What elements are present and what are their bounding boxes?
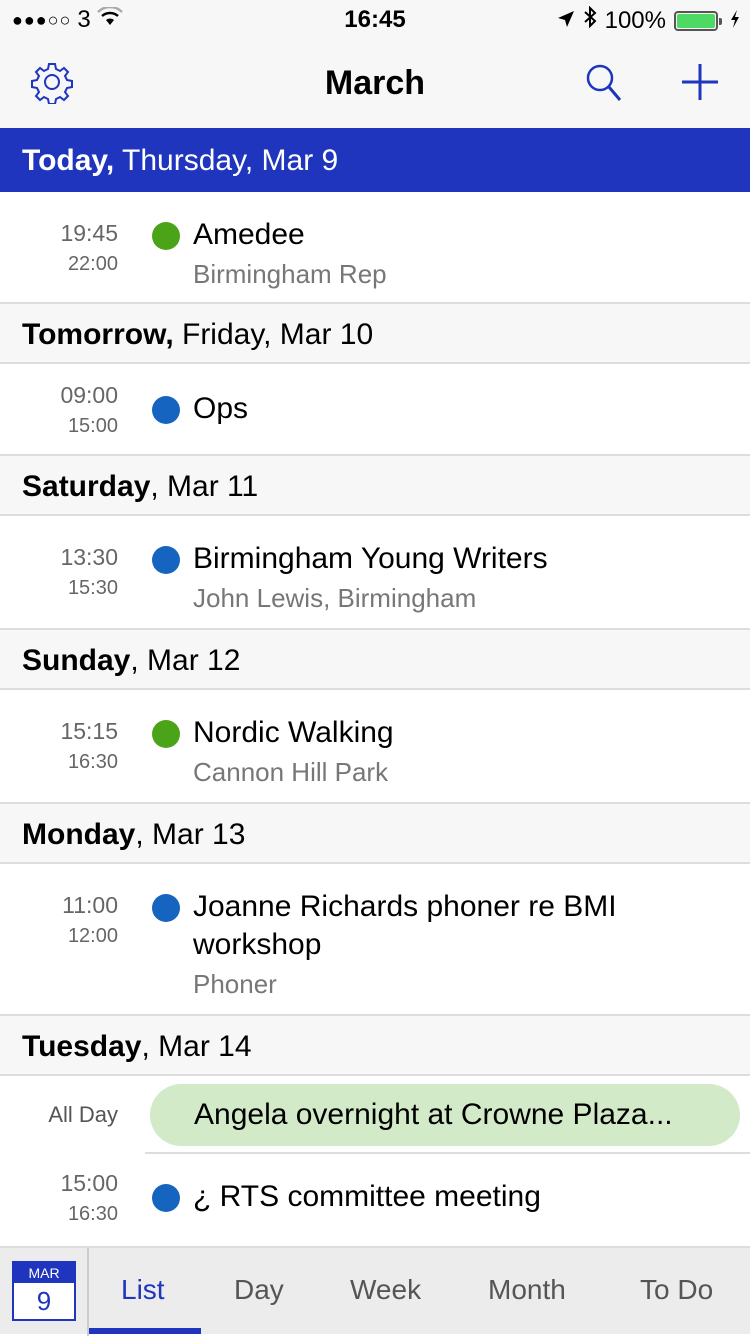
event-times: 19:45 22:00	[60, 220, 118, 276]
event-times: 09:00 15:00	[60, 382, 118, 438]
event-start-time: 09:00	[60, 382, 118, 408]
day-header: Tuesday, Mar 14	[0, 1014, 750, 1076]
event-location: John Lewis, Birmingham	[193, 583, 477, 613]
day-header-bold: Tuesday	[22, 1030, 142, 1063]
event-start-time: 15:15	[60, 718, 118, 744]
calendar-color-dot	[152, 894, 180, 922]
event-row[interactable]: 15:00 16:30 ¿ RTS committee meeting	[0, 1154, 750, 1246]
tab-day[interactable]: Day	[234, 1274, 284, 1306]
day-header-date: , Mar 12	[130, 644, 241, 677]
all-day-label: All Day	[48, 1102, 118, 1127]
day-header-date: Friday, Mar 10	[173, 318, 374, 351]
tab-week[interactable]: Week	[350, 1274, 421, 1306]
today-calendar-button[interactable]: MAR 9	[12, 1261, 76, 1321]
battery-icon	[674, 10, 722, 31]
event-title: ¿ RTS committee meeting	[193, 1180, 541, 1213]
day-header-bold: Saturday	[22, 470, 151, 503]
event-row[interactable]: 19:45 22:00 Amedee Birmingham Rep	[0, 192, 750, 302]
event-location: Cannon Hill Park	[193, 757, 389, 787]
event-end-time: 12:00	[67, 925, 118, 947]
event-location: Phoner	[193, 969, 277, 999]
add-event-button[interactable]	[676, 60, 724, 108]
day-header-date: , Mar 13	[135, 818, 246, 851]
active-tab-indicator	[89, 1328, 201, 1334]
battery-percent: 100%	[604, 6, 666, 34]
day-header-date: , Mar 14	[141, 1030, 252, 1063]
all-day-event-pill[interactable]: Angela overnight at Crowne Plaza...	[150, 1084, 740, 1146]
event-location: Birmingham Rep	[193, 259, 387, 289]
event-row[interactable]: 13:30 15:30 Birmingham Young Writers John …	[0, 516, 750, 628]
event-start-time: 19:45	[60, 220, 118, 246]
event-times: 15:00 16:30	[60, 1170, 118, 1226]
status-bar: ●●●○○ 3 16:45 100%	[0, 0, 750, 40]
day-header-today: Today, Thursday, Mar 9	[0, 128, 750, 192]
event-times: 13:30 15:30	[60, 544, 118, 600]
event-title: Birmingham Young Writers	[193, 542, 548, 575]
event-start-time: 11:00	[62, 892, 118, 918]
calendar-month-label: MAR	[14, 1263, 74, 1283]
tab-list[interactable]: List	[121, 1274, 165, 1306]
event-row[interactable]: 09:00 15:00 Ops	[0, 364, 750, 454]
day-header-bold: Monday	[22, 818, 136, 851]
event-end-time: 15:30	[67, 577, 118, 599]
charging-icon	[730, 7, 740, 35]
event-title: Nordic Walking	[193, 716, 394, 749]
all-day-event-row[interactable]: All Day Angela overnight at Crowne Plaza…	[0, 1076, 750, 1152]
event-row[interactable]: 11:00 12:00 Joanne Richards phoner re BMI…	[0, 864, 750, 1014]
search-icon	[584, 62, 624, 107]
tab-divider	[87, 1248, 89, 1336]
day-header: Sunday, Mar 12	[0, 628, 750, 690]
day-header: Saturday, Mar 11	[0, 454, 750, 516]
calendar-color-dot	[152, 546, 180, 574]
event-end-time: 22:00	[67, 253, 118, 275]
event-start-time: 13:30	[60, 544, 118, 570]
calendar-day-label: 9	[36, 1286, 52, 1316]
day-header-bold: Tomorrow,	[22, 318, 174, 351]
bluetooth-icon	[583, 5, 597, 35]
plus-icon	[680, 62, 720, 107]
event-times: 15:15 16:30	[60, 718, 118, 774]
day-header: Monday, Mar 13	[0, 802, 750, 864]
location-arrow-icon	[557, 7, 575, 35]
page-title: March	[324, 64, 426, 102]
event-row[interactable]: 15:15 16:30 Nordic Walking Cannon Hill Par…	[0, 690, 750, 802]
calendar-color-dot	[152, 1184, 180, 1212]
event-end-time: 16:30	[67, 1203, 118, 1225]
day-header-bold: Sunday	[22, 644, 131, 677]
calendar-color-dot	[152, 222, 180, 250]
event-times: 11:00 12:00	[62, 892, 118, 948]
event-title: Ops	[193, 392, 249, 425]
tab-bar: MAR 9 List Day Week Month To Do	[0, 1246, 750, 1336]
tab-to-do[interactable]: To Do	[640, 1274, 713, 1306]
event-title: Amedee	[193, 218, 305, 251]
day-header: Tomorrow, Friday, Mar 10	[0, 302, 750, 364]
event-list: Today, Thursday, Mar 9 19:45 22:00 Amedee…	[0, 128, 750, 1248]
day-header-bold: Today,	[22, 144, 115, 177]
day-header-date: Thursday, Mar 9	[114, 144, 339, 177]
event-end-time: 15:00	[67, 415, 118, 437]
event-start-time: 15:00	[60, 1170, 118, 1196]
day-header-date: , Mar 11	[150, 470, 259, 503]
tab-month[interactable]: Month	[488, 1274, 566, 1306]
event-title: Joanne Richards phoner re BMI workshop	[193, 890, 617, 961]
navigation-bar: March	[0, 40, 750, 128]
calendar-color-dot	[152, 720, 180, 748]
search-button[interactable]	[580, 60, 628, 108]
calendar-color-dot	[152, 396, 180, 424]
event-end-time: 16:30	[67, 751, 118, 773]
